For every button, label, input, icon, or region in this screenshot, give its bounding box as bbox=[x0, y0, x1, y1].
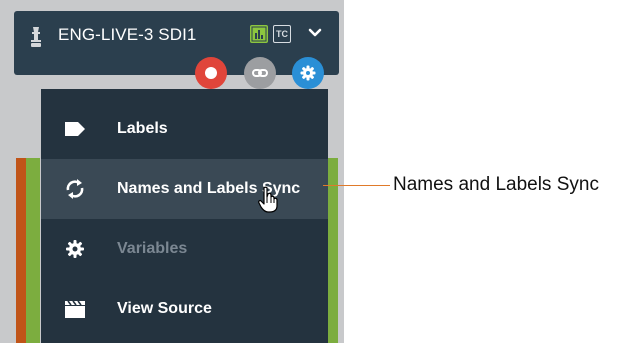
status-stripe-orange bbox=[16, 158, 26, 343]
menu-item-labels[interactable]: Labels bbox=[41, 99, 328, 159]
callout-label: Names and Labels Sync bbox=[393, 174, 599, 195]
menu-item-label: Variables bbox=[117, 240, 188, 257]
source-header[interactable]: ENG-LIVE-3 SDI1 TC bbox=[14, 11, 339, 75]
gear-icon bbox=[66, 240, 84, 258]
tag-icon bbox=[65, 122, 85, 136]
record-button[interactable] bbox=[195, 57, 227, 89]
settings-button[interactable] bbox=[292, 57, 324, 89]
menu-item-view-source[interactable]: View Source bbox=[41, 279, 328, 339]
chevron-down-icon[interactable] bbox=[308, 28, 322, 38]
callout-line bbox=[323, 185, 390, 186]
record-icon bbox=[205, 67, 217, 79]
timecode-badge[interactable]: TC bbox=[273, 25, 291, 43]
menu-item-variables[interactable]: Variables bbox=[41, 219, 328, 279]
context-menu: Labels Names and Labels Sync Variables V… bbox=[41, 89, 328, 343]
sync-icon bbox=[66, 179, 84, 199]
status-stripe-green-left bbox=[26, 158, 40, 343]
menu-item-label: View Source bbox=[117, 300, 212, 317]
hand-cursor-icon bbox=[258, 186, 278, 213]
tally-light-icon bbox=[31, 27, 41, 47]
source-title: ENG-LIVE-3 SDI1 bbox=[58, 25, 197, 44]
audio-meter-icon[interactable] bbox=[250, 25, 268, 43]
link-button[interactable] bbox=[244, 57, 276, 89]
link-icon bbox=[252, 69, 268, 77]
menu-item-label: Labels bbox=[117, 120, 168, 137]
menu-item-names-and-labels-sync[interactable]: Names and Labels Sync bbox=[41, 159, 328, 219]
gear-icon bbox=[300, 65, 316, 81]
clapperboard-icon bbox=[65, 300, 85, 318]
